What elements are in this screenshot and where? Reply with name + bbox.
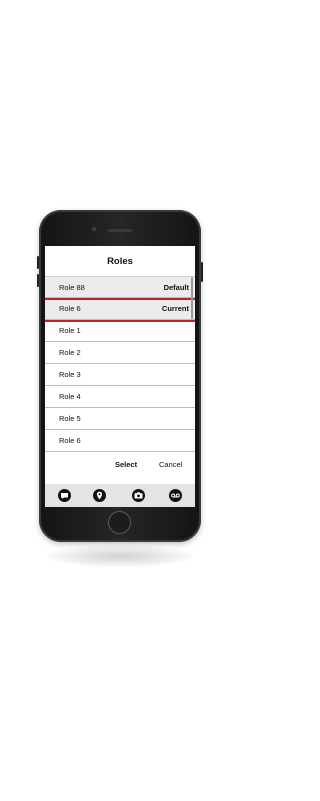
list-scrollbar[interactable]: [191, 277, 193, 319]
earpiece-speaker: [108, 229, 132, 232]
role-row[interactable]: Role 6: [45, 430, 195, 452]
role-row[interactable]: Role 2: [45, 342, 195, 364]
role-label: Role 6: [59, 304, 81, 313]
cancel-button[interactable]: Cancel: [159, 460, 182, 469]
dialog-title: Roles: [107, 255, 133, 267]
front-camera-icon: [92, 227, 96, 231]
role-row[interactable]: Role 4: [45, 386, 195, 408]
role-label: Role 88: [59, 282, 85, 292]
home-button[interactable]: [108, 511, 131, 534]
role-row[interactable]: Role 1: [45, 320, 195, 342]
role-label: Role 1: [59, 326, 81, 335]
role-row[interactable]: Role 3: [45, 364, 195, 386]
role-label: Role 6: [59, 436, 81, 445]
phone-screen: Roles Role 88 Default Role 6 Current Rol…: [45, 246, 195, 507]
power-button: [201, 262, 203, 282]
voicemail-icon[interactable]: [169, 489, 182, 502]
current-badge: Current: [161, 304, 189, 313]
bottom-tab-bar: [45, 484, 195, 507]
role-label: Role 5: [59, 414, 81, 423]
selection-indicator-bottom: [45, 320, 195, 322]
camera-icon[interactable]: [132, 489, 145, 502]
volume-up-button: [37, 256, 39, 269]
roles-list[interactable]: Role 88 Default Role 6 Current Role 1 Ro…: [45, 276, 195, 452]
dialog-actions: Select Cancel: [45, 456, 195, 476]
phone-shadow: [48, 545, 192, 567]
role-label: Role 3: [59, 370, 81, 379]
select-button[interactable]: Select: [115, 460, 137, 469]
role-label: Role 2: [59, 348, 81, 357]
role-row-current[interactable]: Role 6 Current: [45, 298, 195, 320]
role-row[interactable]: Role 5: [45, 408, 195, 430]
role-row-default[interactable]: Role 88 Default: [45, 276, 195, 298]
dialog-header: Roles: [45, 246, 195, 276]
default-badge: Default: [163, 282, 189, 292]
location-pin-icon[interactable]: [93, 489, 106, 502]
chat-bubble-icon[interactable]: [58, 489, 71, 502]
role-label: Role 4: [59, 392, 81, 401]
selection-indicator-top: [45, 298, 195, 300]
volume-down-button: [37, 274, 39, 287]
